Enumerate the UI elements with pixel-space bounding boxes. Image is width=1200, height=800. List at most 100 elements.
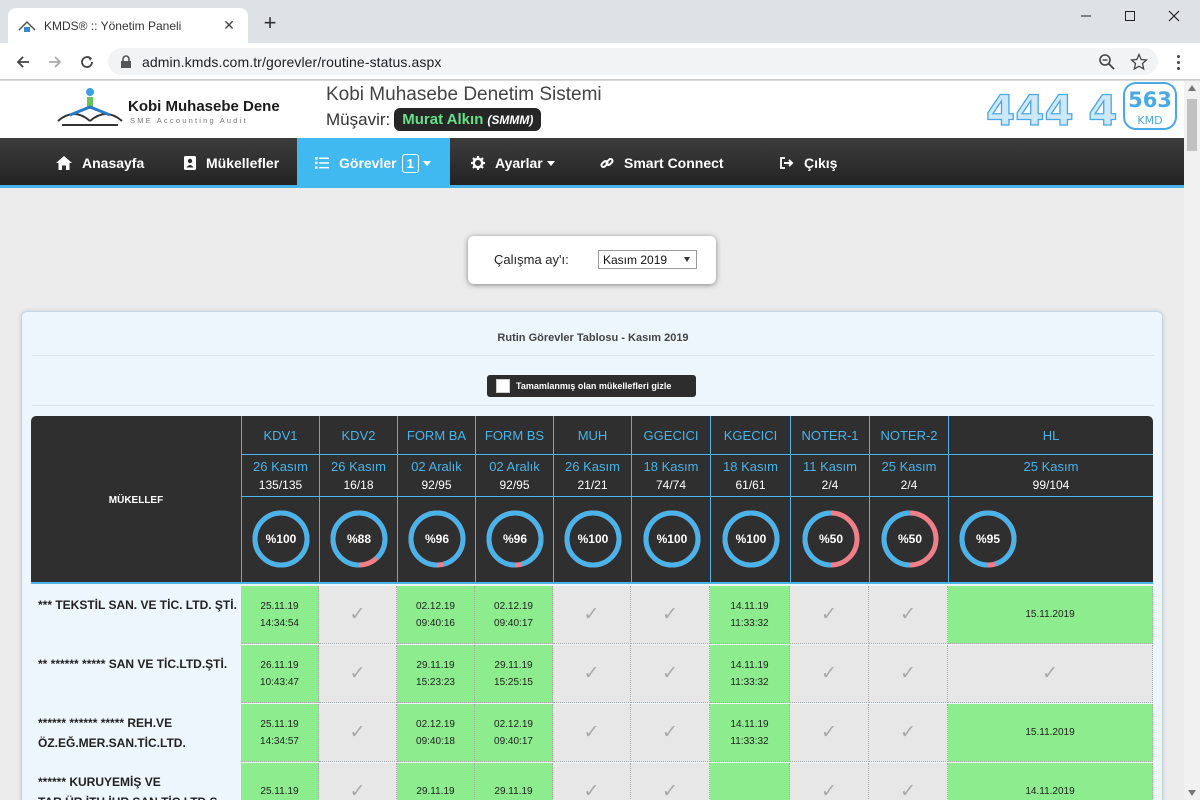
task-cell[interactable]: ✓ — [553, 763, 631, 800]
task-cell[interactable]: 02.12.19 09:40:17 — [475, 704, 553, 762]
divider — [711, 496, 790, 497]
task-cell[interactable]: 29.11.19 15:25:15 — [475, 645, 553, 703]
maximize-icon[interactable] — [1114, 6, 1146, 26]
task-cell[interactable]: 14.11.19 11:33:32 — [710, 645, 790, 703]
task-cell[interactable]: ✓ — [319, 645, 397, 703]
task-cell[interactable]: ✓ — [553, 586, 631, 644]
forward-icon[interactable] — [44, 51, 66, 73]
task-cell[interactable]: 25.11.19 14:34:57 — [241, 704, 319, 762]
nav-smart-connect[interactable]: Smart Connect — [600, 138, 724, 188]
address-bar[interactable]: admin.kmds.com.tr/gorevler/routine-statu… — [108, 48, 1158, 75]
task-cell[interactable]: ✓ — [790, 586, 869, 644]
scrollbar-thumb[interactable] — [1187, 99, 1197, 151]
table-row[interactable]: ****** ****** ***** REH.VE ÖZ.EĞ.MER.SAN… — [31, 704, 1153, 762]
hide-completed-checkbox[interactable] — [496, 379, 510, 393]
tab-close-icon[interactable]: ✕ — [220, 17, 238, 35]
column-header-hl[interactable]: HL 25 Kasım 99/104 %95 — [948, 416, 1153, 584]
minimize-icon[interactable] — [1070, 6, 1102, 26]
task-cell[interactable]: 02.12.19 09:40:18 — [397, 704, 475, 762]
nav-tasks[interactable]: Görevler 1 — [297, 138, 450, 188]
task-cell[interactable]: ✓ — [553, 645, 631, 703]
table-row[interactable]: ** ****** ***** SAN VE TİC.LTD.ŞTİ. 26.11… — [31, 645, 1153, 703]
task-cell[interactable]: 02.12.19 09:40:17 — [475, 586, 553, 644]
new-tab-icon[interactable]: + — [258, 12, 282, 36]
column-header-form-bs[interactable]: FORM BS 02 Aralık 92/95 %96 — [475, 416, 553, 584]
column-header-muh[interactable]: MUH 26 Kasım 21/21 %100 — [553, 416, 631, 584]
task-cell[interactable]: ✓ — [319, 763, 397, 800]
task-cell[interactable]: ✓ — [319, 586, 397, 644]
completion-timestamp: 26.11.19 10:43:47 — [260, 657, 299, 691]
page-scrollbar[interactable] — [1184, 81, 1200, 800]
nav-home[interactable]: Anasayfa — [56, 138, 144, 188]
browser-toolbar: admin.kmds.com.tr/gorevler/routine-statu… — [0, 43, 1200, 80]
column-header-noter-2[interactable]: NOTER-2 25 Kasım 2/4 %50 — [869, 416, 948, 584]
gauge-percent: %100 — [736, 532, 767, 546]
task-cell[interactable]: 14.11.2019 — [948, 763, 1153, 800]
column-header-noter-1[interactable]: NOTER-1 11 Kasım 2/4 %50 — [790, 416, 869, 584]
column-header-form-ba[interactable]: FORM BA 02 Aralık 92/95 %96 — [397, 416, 475, 584]
task-cell[interactable]: ✓ — [869, 586, 948, 644]
task-cell[interactable]: ✓ — [790, 704, 869, 762]
task-cell[interactable]: ✓ — [869, 763, 948, 800]
zoom-icon[interactable] — [1098, 53, 1116, 71]
completion-date: 14.11.19 — [730, 600, 769, 612]
table-row[interactable]: ****** KURUYEMİŞ VE TAR.ÜR.İTH.İHR.SAN.T… — [31, 763, 1153, 800]
task-cell[interactable]: 29.11.19 — [475, 763, 553, 800]
scroll-down-arrow-icon[interactable] — [1188, 790, 1196, 796]
task-cell[interactable] — [710, 763, 790, 800]
hide-completed-toggle[interactable]: Tamamlanmış olan mükellefleri gizle — [487, 375, 696, 397]
nav-logout[interactable]: Çıkış — [780, 138, 837, 188]
task-cell[interactable]: ✓ — [631, 645, 710, 703]
task-cell[interactable]: ✓ — [631, 763, 710, 800]
task-cell[interactable]: ✓ — [869, 704, 948, 762]
column-header-kgecici[interactable]: KGECICI 18 Kasım 61/61 %100 — [710, 416, 790, 584]
browser-menu-icon[interactable] — [1168, 51, 1188, 73]
task-cell[interactable]: ✓ — [790, 763, 869, 800]
task-cell[interactable]: ✓ — [790, 645, 869, 703]
task-cell[interactable]: ✓ — [948, 645, 1153, 703]
column-due-date: 26 Kasım — [565, 459, 620, 474]
nav-taxpayers[interactable]: Mükellefler — [184, 138, 279, 188]
task-cell[interactable]: 29.11.19 — [397, 763, 475, 800]
column-header-ggecici[interactable]: GGECICI 18 Kasım 74/74 %100 — [631, 416, 710, 584]
taxpayer-name[interactable]: ****** ****** ***** REH.VE ÖZ.EĞ.MER.SAN… — [31, 704, 241, 762]
task-cell[interactable]: 14.11.19 11:33:32 — [710, 586, 790, 644]
browser-tab[interactable]: KMDS® :: Yönetim Paneli ✕ — [8, 8, 248, 43]
column-name: NOTER-2 — [870, 416, 948, 455]
column-name: KDV2 — [320, 416, 397, 455]
task-cell[interactable]: 02.12.19 09:40:16 — [397, 586, 475, 644]
completion-gauge: %100 — [252, 510, 310, 568]
task-cell[interactable]: 25.11.19 14:34:54 — [241, 586, 319, 644]
window-close-icon[interactable] — [1158, 6, 1190, 26]
task-cell[interactable]: ✓ — [553, 704, 631, 762]
task-cell[interactable]: ✓ — [631, 586, 710, 644]
task-cell[interactable]: 15.11.2019 — [948, 704, 1153, 762]
back-icon[interactable] — [12, 51, 34, 73]
completion-time: 11:33:32 — [730, 617, 769, 629]
month-select[interactable]: Kasım 2019 — [598, 250, 697, 269]
task-cell[interactable]: 25.11.19 — [241, 763, 319, 800]
task-cell[interactable]: ✓ — [319, 704, 397, 762]
column-header-kdv1[interactable]: KDV1 26 Kasım 135/135 %100 — [241, 416, 319, 584]
task-cell[interactable]: ✓ — [631, 704, 710, 762]
column-header-kdv2[interactable]: KDV2 26 Kasım 16/18 %88 — [319, 416, 397, 584]
task-cell[interactable]: ✓ — [869, 645, 948, 703]
kmds-logo[interactable]: Kobi Muhasebe Denetim SME Accounting Aud… — [56, 87, 280, 131]
reload-icon[interactable] — [76, 51, 98, 73]
check-icon: ✓ — [583, 604, 600, 625]
bookmark-star-icon[interactable] — [1130, 53, 1148, 71]
column-due-date: 11 Kasım — [803, 459, 857, 474]
task-cell[interactable]: 26.11.19 10:43:47 — [241, 645, 319, 703]
taxpayer-name[interactable]: *** TEKSTİL SAN. VE TİC. LTD. ŞTİ. — [31, 586, 241, 644]
task-cell[interactable]: 15.11.2019 — [948, 586, 1153, 644]
completion-date: 25.11.19 — [260, 718, 299, 730]
taxpayer-name[interactable]: ** ****** ***** SAN VE TİC.LTD.ŞTİ. — [31, 645, 241, 703]
taxpayer-name[interactable]: ****** KURUYEMİŞ VE TAR.ÜR.İTH.İHR.SAN.T… — [31, 763, 241, 800]
musavir-chip[interactable]: Murat Alkın (SMMM) — [394, 108, 542, 131]
scroll-up-arrow-icon[interactable] — [1188, 85, 1196, 91]
task-cell[interactable]: 29.11.19 15:23:23 — [397, 645, 475, 703]
completion-date: 29.11.19 — [416, 659, 455, 671]
nav-settings[interactable]: Ayarlar — [471, 138, 555, 188]
table-row[interactable]: *** TEKSTİL SAN. VE TİC. LTD. ŞTİ. 25.11.… — [31, 586, 1153, 644]
task-cell[interactable]: 14.11.19 11:33:32 — [710, 704, 790, 762]
